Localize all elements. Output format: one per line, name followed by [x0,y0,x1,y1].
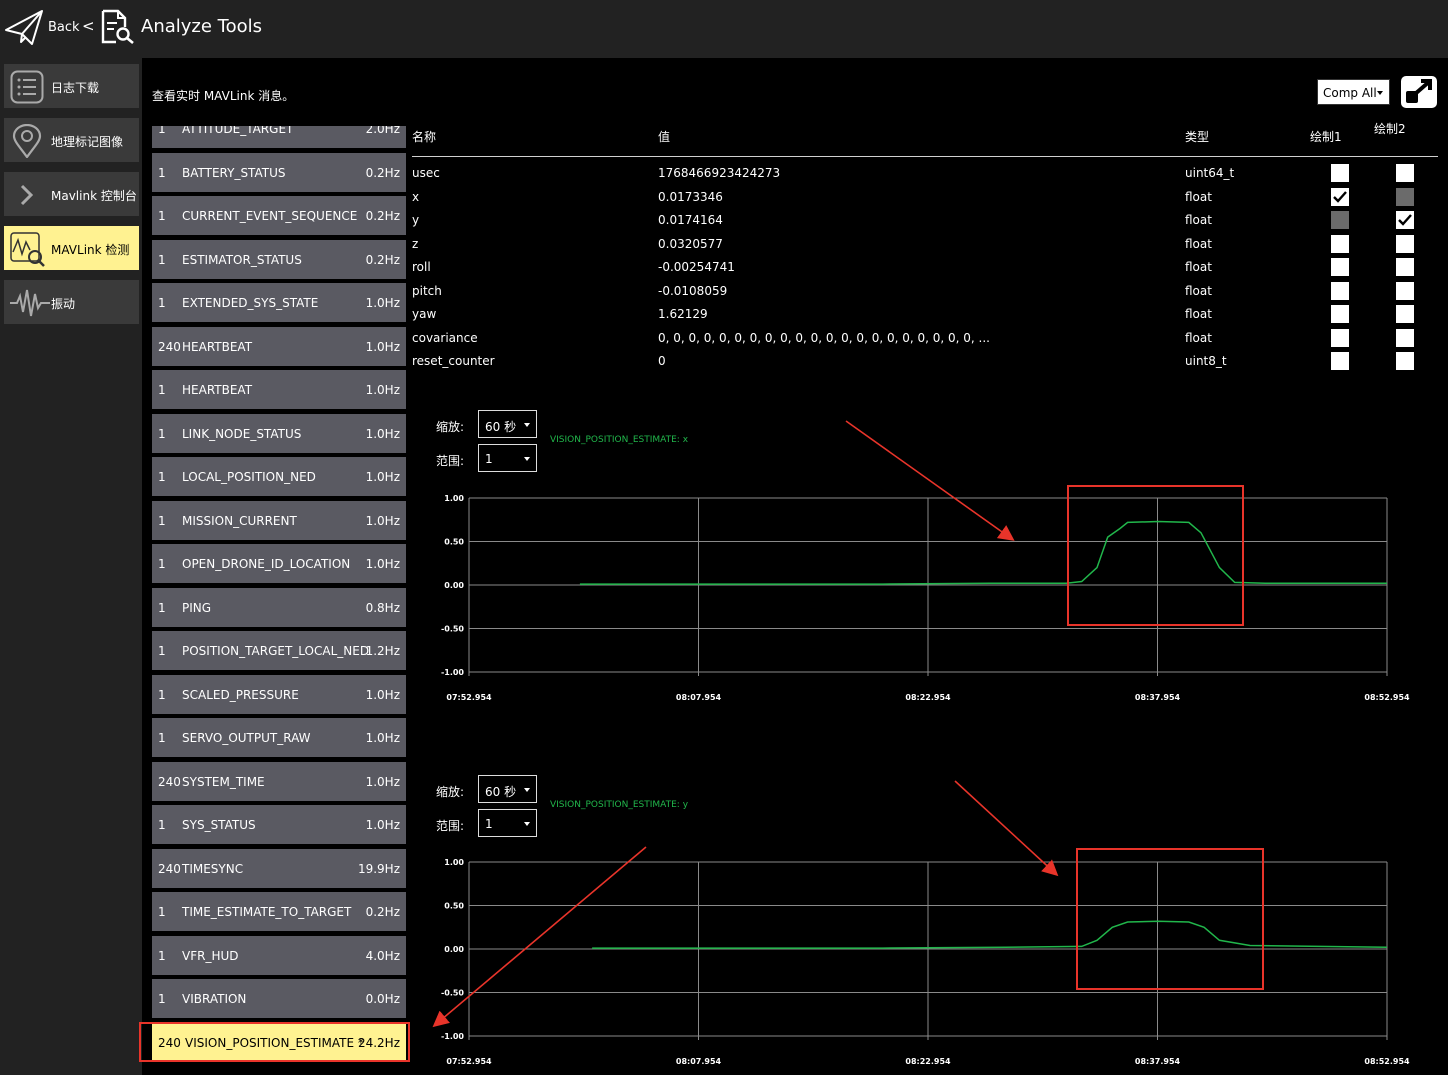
arrow-line [432,846,647,1028]
annotation-arrows [432,420,1059,1028]
arrow-line [954,780,1059,877]
arrow-line [845,420,1015,541]
